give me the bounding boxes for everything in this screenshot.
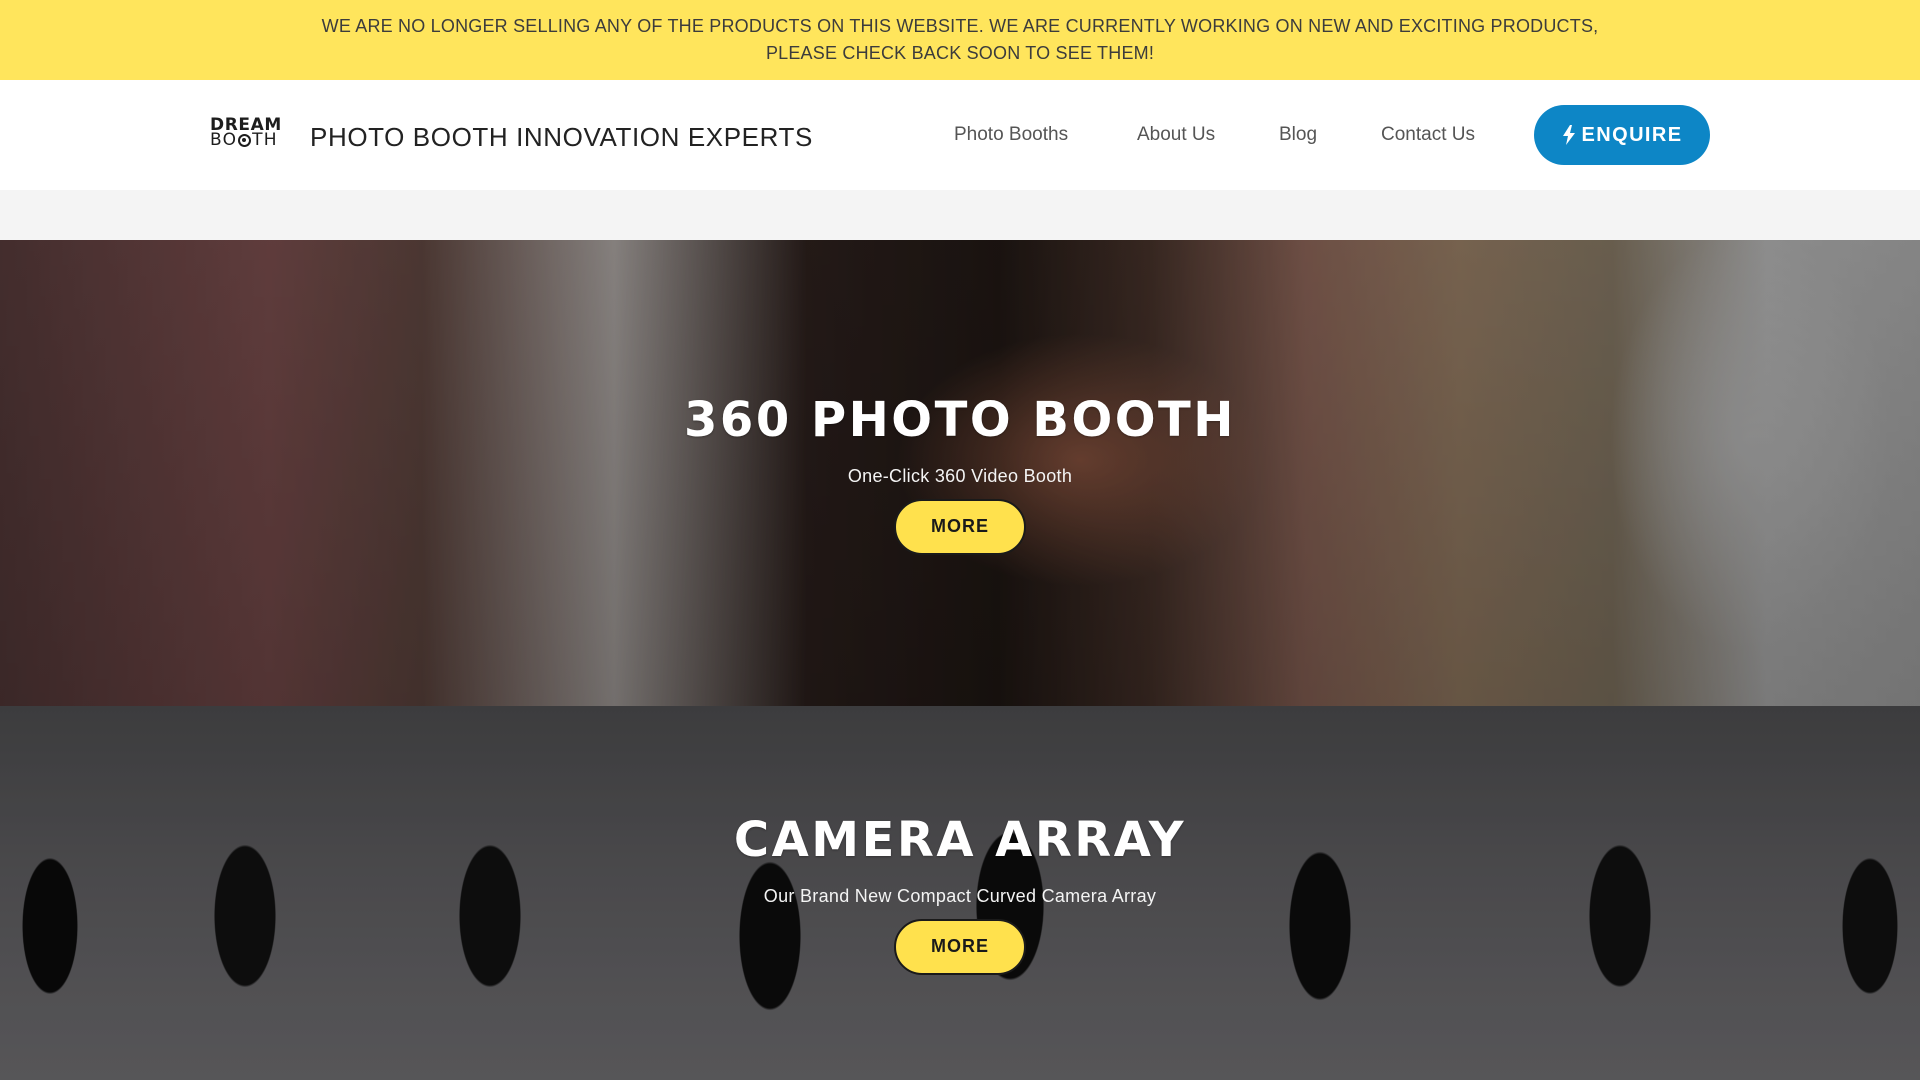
logo-text-booth: BO TH (210, 130, 280, 150)
section-title: CAMERA ARRAY (733, 811, 1187, 868)
logo-text-th: TH (252, 130, 278, 150)
camera-lens-icon (238, 134, 252, 147)
enquire-button[interactable]: ENQUIRE (1534, 105, 1710, 165)
hero-content: 360 PHOTO BOOTH One-Click 360 Video Boot… (684, 392, 1236, 555)
enquire-label: ENQUIRE (1581, 123, 1683, 146)
more-button[interactable]: MORE (893, 918, 1026, 975)
nav-about-us[interactable]: About Us (1137, 124, 1215, 146)
site-header: DREAM BO TH PHOTO BOOTH INNOVATION EXPER… (0, 80, 1920, 190)
notice-banner: WE ARE NO LONGER SELLING ANY OF THE PROD… (0, 0, 1920, 80)
more-button[interactable]: MORE (894, 498, 1026, 555)
bolt-icon (1562, 125, 1575, 145)
section-subtitle: Our Brand New Compact Curved Camera Arra… (763, 885, 1157, 906)
section-subtitle: One-Click 360 Video Booth (847, 465, 1073, 486)
notice-text-line2: PLEASE CHECK BACK SOON TO SEE THEM! (765, 43, 1155, 63)
nav-contact-us[interactable]: Contact Us (1381, 124, 1475, 146)
site-tagline: PHOTO BOOTH INNOVATION EXPERTS (310, 122, 813, 152)
notice-text-line1: WE ARE NO LONGER SELLING ANY OF THE PROD… (321, 16, 1599, 36)
hero-content: CAMERA ARRAY Our Brand New Compact Curve… (734, 812, 1186, 975)
section-title: 360 PHOTO BOOTH (684, 391, 1236, 448)
nav-photo-booths[interactable]: Photo Booths (954, 124, 1068, 146)
dreambooth-logo[interactable]: DREAM BO TH (210, 117, 281, 152)
logo-text-bo: BO (210, 130, 238, 150)
header-spacer (0, 190, 1920, 240)
nav-blog[interactable]: Blog (1279, 124, 1317, 146)
hero-360-photo-booth: 360 PHOTO BOOTH One-Click 360 Video Boot… (0, 240, 1920, 706)
hero-camera-array: CAMERA ARRAY Our Brand New Compact Curve… (0, 706, 1920, 1080)
